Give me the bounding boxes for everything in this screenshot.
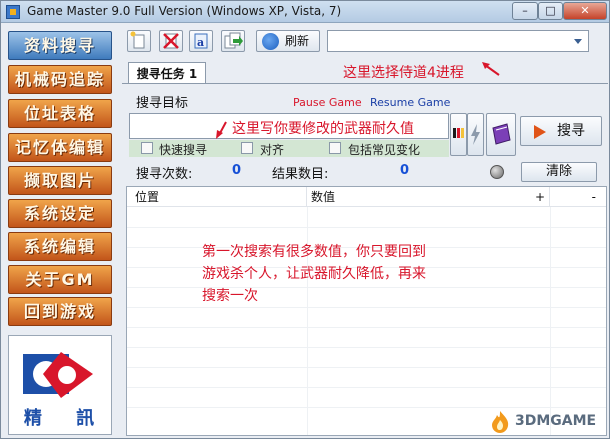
search-count-label: 搜寻次数:	[136, 167, 193, 182]
menu-capture-image[interactable]: 撷取图片	[8, 166, 112, 195]
grid-line	[127, 387, 606, 388]
process-annotation: 这里选择侍道4进程	[343, 65, 464, 81]
grid-line	[127, 407, 606, 408]
value-annotation: 这里写你要修改的武器耐久值	[232, 121, 414, 137]
window-title: Game Master 9.0 Full Version (Windows XP…	[27, 4, 342, 18]
flame-logo-icon	[492, 411, 509, 433]
process-select[interactable]	[327, 30, 589, 52]
chevron-down-icon	[574, 39, 582, 44]
app-icon	[6, 5, 20, 19]
grid-line	[127, 327, 606, 328]
svg-text:a: a	[197, 36, 204, 49]
export-icon	[224, 32, 243, 49]
grid-line	[127, 367, 606, 368]
left-menu: 资料搜寻 机械码追踪 位址表格 记忆体编辑 撷取图片 系统设定 系统编辑 关于G…	[4, 29, 114, 437]
menu-about-gm[interactable]: 关于GM	[8, 265, 112, 294]
include-variations-checkbox[interactable]	[329, 142, 341, 154]
new-document-icon	[130, 31, 145, 49]
resume-game-link[interactable]: Resume Game	[370, 96, 450, 109]
clear-button[interactable]: 清除	[521, 162, 597, 182]
grid-line	[127, 347, 606, 348]
result-count-label: 结果数目:	[272, 167, 329, 182]
delete-task-button[interactable]	[159, 30, 183, 52]
results-table[interactable]: 位置 数值 + -	[126, 186, 607, 436]
align-label: 对齐	[260, 143, 285, 157]
menu-system-edit[interactable]: 系统编辑	[8, 232, 112, 261]
logo-panel: 精 訊	[8, 335, 112, 435]
body-annotation: 第一次搜索有很多数值，你只要回到游戏杀个人，让武器耐久降低，再来搜索一次	[202, 244, 426, 304]
arrow-down-left-icon	[216, 121, 227, 139]
game-master-window: Game Master 9.0 Full Version (Windows XP…	[0, 0, 610, 439]
delete-icon	[163, 33, 179, 49]
status-led-icon	[490, 165, 504, 179]
fast-search-label: 快速搜寻	[159, 143, 208, 157]
include-variations-label: 包括常见变化	[348, 143, 421, 157]
play-icon	[534, 125, 546, 139]
compare-mode-button[interactable]	[467, 113, 484, 156]
arrow-up-left-icon	[482, 62, 500, 76]
export-task-button[interactable]	[221, 30, 245, 52]
pause-game-link[interactable]: Pause Game	[293, 96, 362, 109]
toolbar: a 刷新	[119, 29, 609, 55]
result-count-value: 0	[400, 163, 410, 178]
refresh-button[interactable]: 刷新	[256, 30, 320, 52]
new-task-button[interactable]	[127, 30, 151, 52]
menu-data-search[interactable]: 资料搜寻	[8, 31, 112, 60]
title-bar[interactable]: Game Master 9.0 Full Version (Windows XP…	[1, 1, 609, 23]
search-target-label: 搜寻目标	[136, 96, 189, 111]
grid-line	[127, 307, 606, 308]
column-header-plus[interactable]: +	[487, 187, 550, 207]
menu-system-settings[interactable]: 系统设定	[8, 199, 112, 228]
menu-back-to-game[interactable]: 回到游戏	[8, 297, 112, 326]
book-icon	[492, 123, 511, 145]
rename-icon: a	[194, 33, 208, 49]
jingxun-logo-icon	[23, 352, 93, 398]
minimize-button[interactable]: –	[512, 2, 538, 20]
search-button-label: 搜寻	[557, 123, 585, 139]
maximize-button[interactable]: □	[538, 2, 563, 20]
align-checkbox[interactable]	[241, 142, 253, 154]
watermark-text: 3DMGAME	[515, 413, 597, 429]
rename-task-button[interactable]: a	[189, 30, 213, 52]
search-button[interactable]: 搜寻	[520, 116, 602, 146]
tab-search-task-1[interactable]: 搜寻任务 1	[128, 62, 206, 84]
grid-line	[550, 207, 551, 435]
column-header-address[interactable]: 位置	[127, 187, 307, 207]
refresh-icon	[262, 33, 279, 50]
data-type-icon	[453, 128, 464, 138]
menu-code-trace[interactable]: 机械码追踪	[8, 65, 112, 94]
advanced-search-button[interactable]	[486, 113, 516, 156]
data-type-button[interactable]	[450, 113, 467, 156]
refresh-label: 刷新	[285, 34, 310, 48]
column-header-minus[interactable]: -	[550, 187, 606, 207]
fast-search-checkbox[interactable]	[141, 142, 153, 154]
menu-memory-edit[interactable]: 记忆体编辑	[8, 133, 112, 162]
watermark: 3DMGAME	[485, 409, 607, 435]
grid-line	[127, 227, 606, 228]
search-options: 快速搜寻 对齐 包括常见变化	[129, 140, 449, 157]
logo-text: 精 訊	[23, 408, 109, 429]
menu-address-table[interactable]: 位址表格	[8, 99, 112, 128]
search-count-value: 0	[232, 163, 242, 178]
lightning-icon	[471, 124, 480, 145]
close-button[interactable]: ✕	[563, 2, 607, 20]
